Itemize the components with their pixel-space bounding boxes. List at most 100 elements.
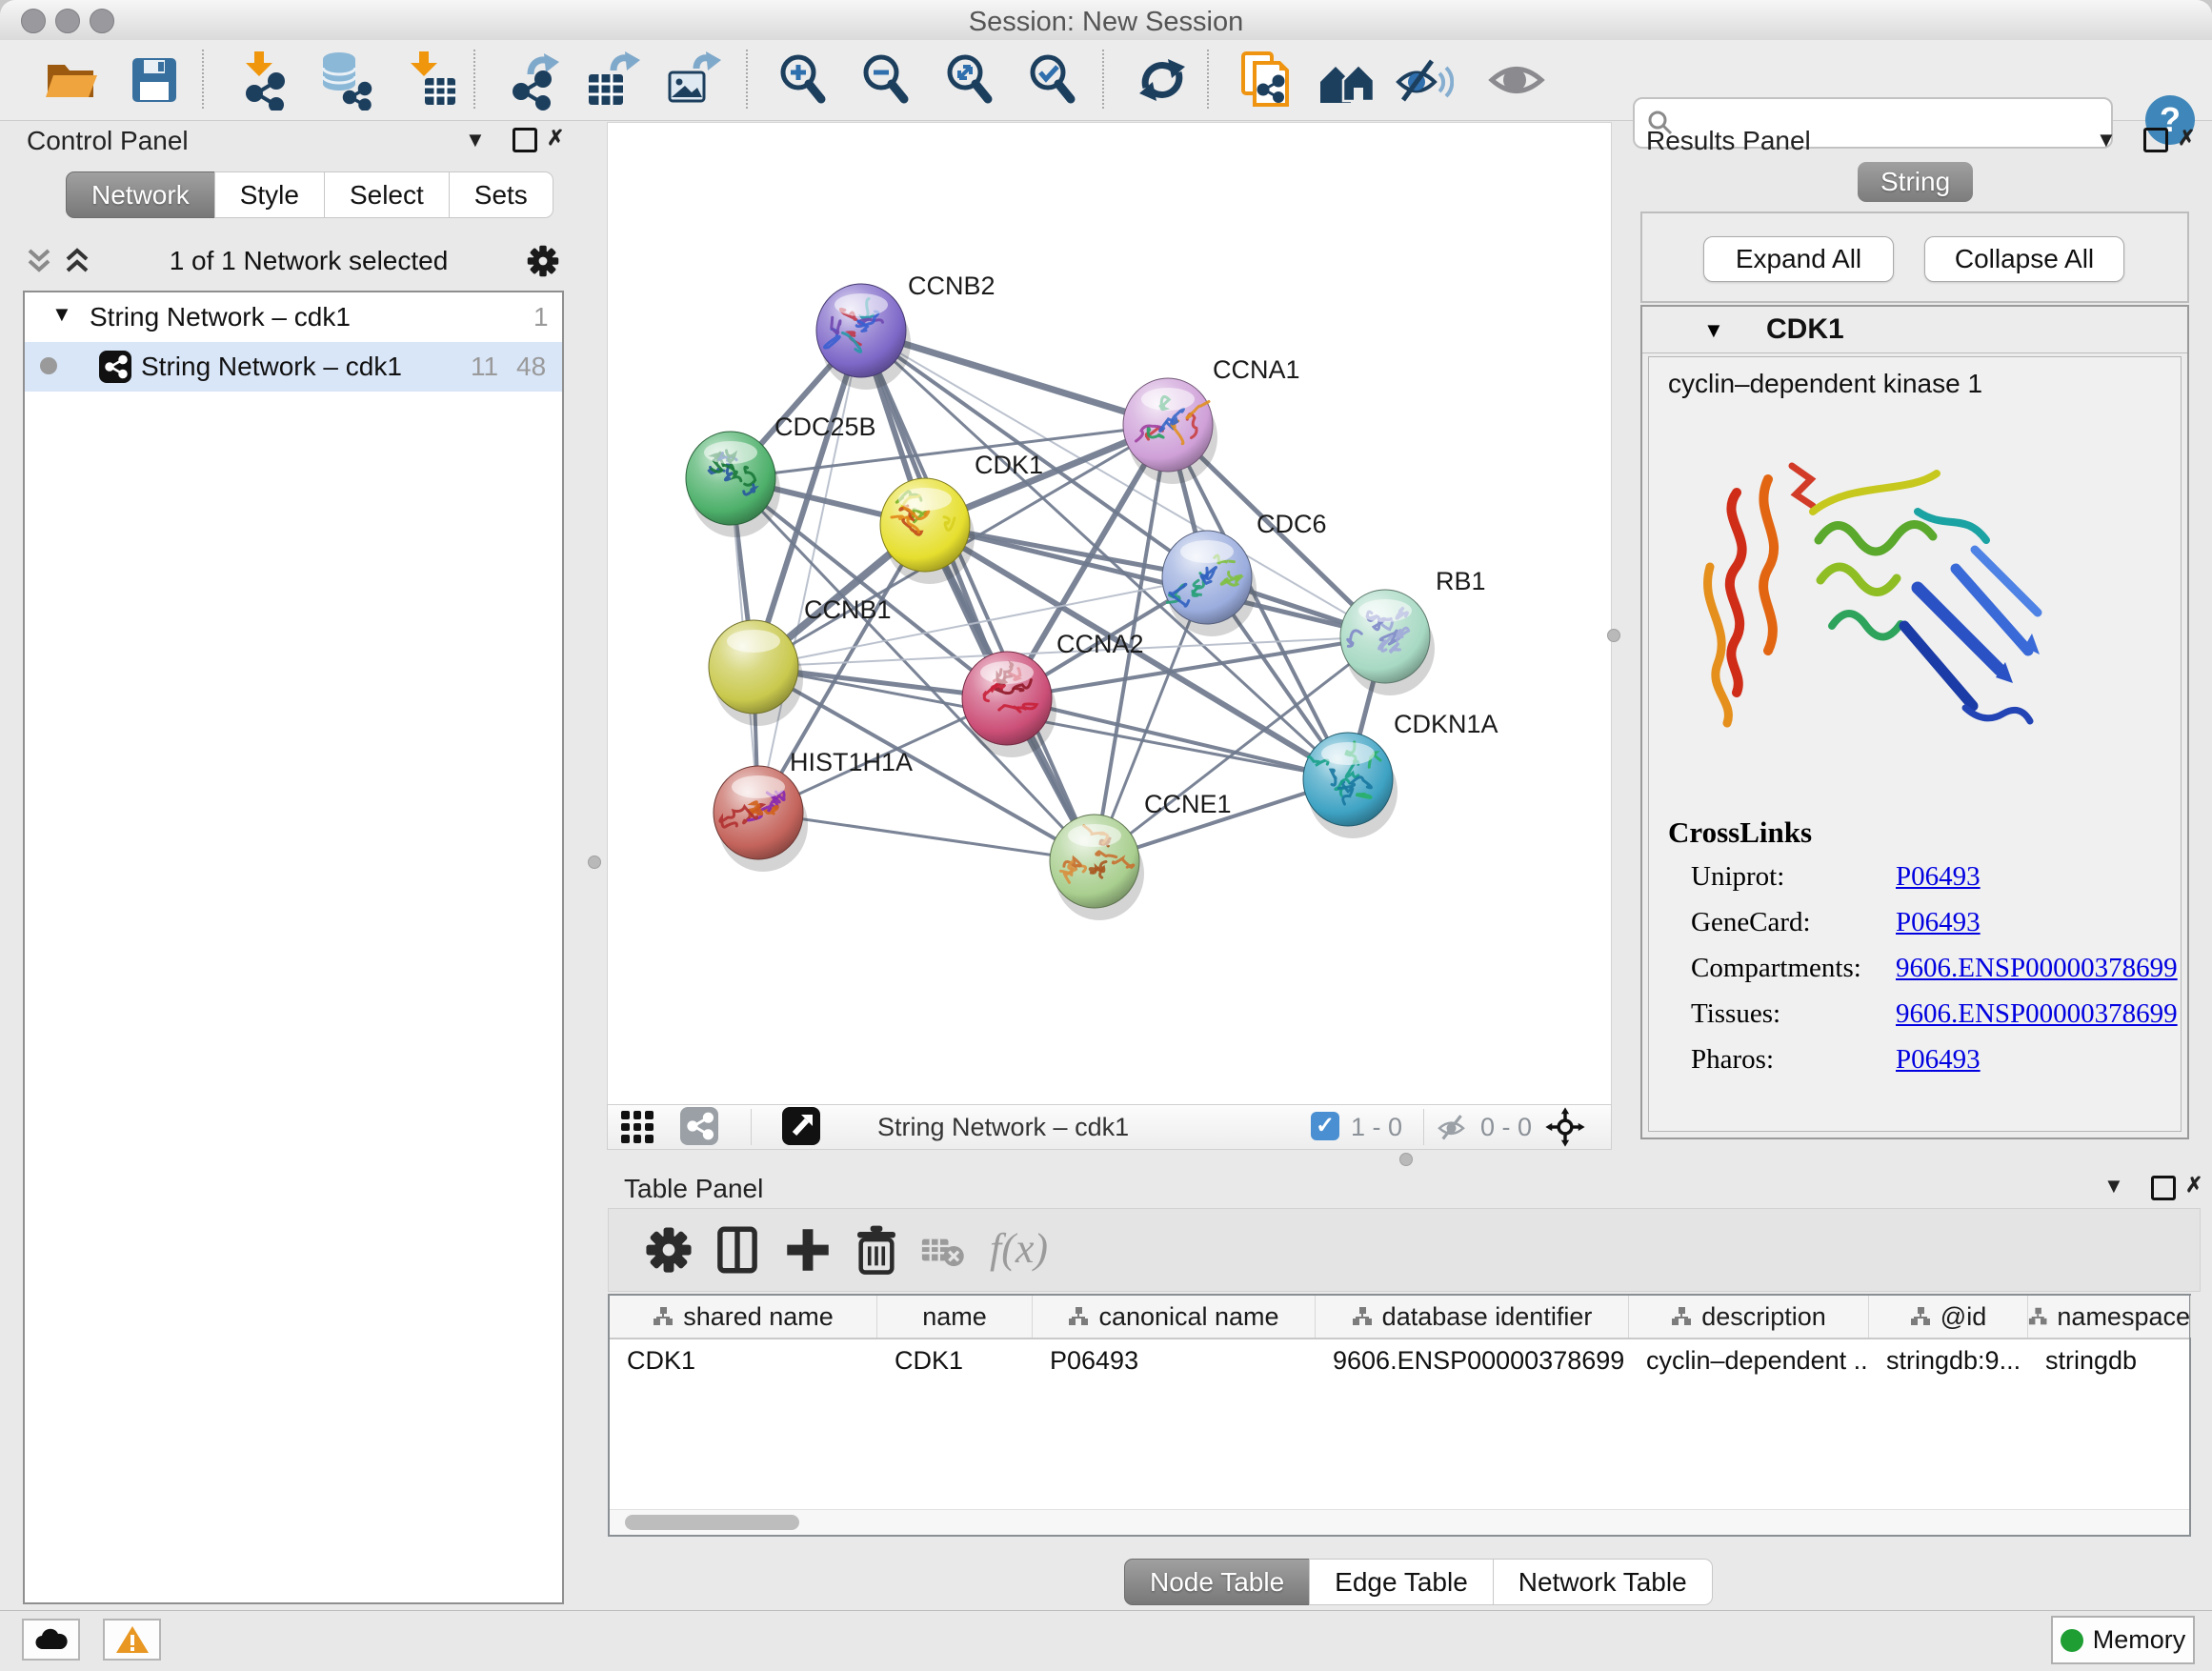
panel-menu-icon[interactable]: ▼	[2103, 1174, 2124, 1198]
show-all-button[interactable]	[1486, 50, 1547, 111]
collapse-all-icon[interactable]	[23, 245, 55, 277]
table-row[interactable]: CDK1CDK1P064939606.ENSP00000378699cyclin…	[610, 1339, 2189, 1381]
delete-table-icon[interactable]	[917, 1222, 967, 1278]
fit-selected-crosshair-icon[interactable]	[1544, 1106, 1586, 1148]
network-edge-hist1h1a-ccne1[interactable]	[758, 813, 1095, 861]
table-cell[interactable]: 9606.ENSP00000378699	[1316, 1339, 1629, 1381]
network-edge-ccnb2-ccne1[interactable]	[861, 331, 1095, 861]
crosslink-pharos-link[interactable]: P06493	[1896, 1044, 2178, 1076]
memory-button[interactable]: Memory	[2051, 1616, 2195, 1664]
float-panel-icon[interactable]	[2143, 128, 2168, 152]
first-neighbors-button[interactable]	[1317, 50, 1377, 111]
column-header-name[interactable]: name	[877, 1296, 1033, 1338]
network-node-cdk1[interactable]	[880, 478, 975, 584]
column-header-namespace[interactable]: namespace	[2028, 1296, 2191, 1338]
crosslink-tissues-link[interactable]: 9606.ENSP00000378699	[1896, 998, 2178, 1030]
zoom-in-button[interactable]	[774, 50, 835, 111]
network-node-ccna1[interactable]	[1123, 378, 1217, 484]
hide-selected-button[interactable]	[1393, 50, 1454, 111]
entry-header[interactable]: ▼ CDK1	[1642, 307, 2187, 353]
close-panel-icon[interactable]: ✗	[2178, 126, 2195, 151]
results-tab-string[interactable]: String	[1858, 162, 1973, 202]
node-label-ccne1: CCNE1	[1144, 790, 1232, 818]
crosslink-uniprot-link[interactable]: P06493	[1896, 861, 2178, 893]
float-panel-icon[interactable]	[2151, 1176, 2176, 1200]
network-node-ccna2[interactable]	[962, 652, 1056, 757]
network-node-cdc25b[interactable]	[686, 432, 780, 537]
network-node-rb1[interactable]	[1340, 590, 1435, 695]
scrollbar-thumb[interactable]	[625, 1515, 799, 1530]
table-gear-icon[interactable]	[641, 1222, 696, 1278]
table-cell[interactable]: CDK1	[610, 1339, 877, 1381]
hidden-counts: 0 - 0	[1480, 1113, 1532, 1142]
column-header-canonical-name[interactable]: canonical name	[1033, 1296, 1316, 1338]
tab-node-table[interactable]: Node Table	[1124, 1559, 1310, 1605]
close-panel-icon[interactable]: ✗	[547, 126, 564, 151]
collection-expander-icon[interactable]: ▼	[51, 302, 72, 327]
show-columns-icon[interactable]	[710, 1222, 765, 1278]
column-header-shared-name[interactable]: shared name	[610, 1296, 877, 1338]
zoom-selected-button[interactable]	[1023, 50, 1084, 111]
table-cell[interactable]: cyclin–dependent ...	[1629, 1339, 1869, 1381]
tab-edge-table[interactable]: Edge Table	[1309, 1559, 1494, 1605]
function-builder-icon[interactable]: f(x)	[990, 1224, 1048, 1273]
zoom-out-button[interactable]	[856, 50, 917, 111]
close-panel-icon[interactable]: ✗	[2185, 1173, 2202, 1198]
export-table-button[interactable]	[581, 50, 642, 111]
import-network-file-button[interactable]	[231, 50, 292, 111]
crosslink-compartments-link[interactable]: 9606.ENSP00000378699	[1896, 953, 2178, 984]
import-table-file-button[interactable]	[400, 50, 461, 111]
tab-style[interactable]: Style	[214, 171, 325, 218]
panel-menu-icon[interactable]: ▼	[465, 128, 486, 152]
collapse-all-button[interactable]: Collapse All	[1924, 236, 2124, 282]
tab-network-table[interactable]: Network Table	[1493, 1559, 1713, 1605]
network-row-selected[interactable]: String Network – cdk1 11 48	[25, 342, 562, 392]
network-node-ccnb2[interactable]	[816, 284, 911, 390]
column-header-database-identifier[interactable]: database identifier	[1316, 1296, 1629, 1338]
left-splitter-handle[interactable]	[588, 856, 601, 869]
apply-layout-button[interactable]	[1132, 50, 1193, 111]
table-cell[interactable]: stringdb	[2028, 1339, 2191, 1381]
network-edge-ccna2-cdkn1a[interactable]	[1007, 698, 1348, 779]
crosslink-genecard-link[interactable]: P06493	[1896, 907, 2178, 938]
selected-checkbox-icon[interactable]: ✓	[1311, 1112, 1339, 1140]
table-cell[interactable]: CDK1	[877, 1339, 1033, 1381]
table-cell[interactable]: P06493	[1033, 1339, 1316, 1381]
entry-expander-icon[interactable]: ▼	[1703, 318, 1724, 343]
network-node-ccne1[interactable]	[1050, 815, 1144, 920]
warnings-button[interactable]	[103, 1619, 161, 1661]
network-node-cdkn1a[interactable]	[1303, 733, 1398, 838]
column-header--id[interactable]: @id	[1869, 1296, 2028, 1338]
tab-select[interactable]: Select	[324, 171, 450, 218]
tab-network[interactable]: Network	[66, 171, 215, 218]
table-cell[interactable]: stringdb:9...	[1869, 1339, 2028, 1381]
network-share-icon[interactable]	[680, 1107, 718, 1145]
save-session-button[interactable]	[124, 50, 185, 111]
export-image-button[interactable]	[662, 50, 723, 111]
zoom-fit-button[interactable]	[940, 50, 1001, 111]
network-node-hist1h1a[interactable]	[714, 766, 808, 872]
right-splitter-handle[interactable]	[1607, 629, 1620, 642]
birdseye-view-icon[interactable]	[782, 1107, 820, 1145]
add-column-icon[interactable]	[780, 1222, 835, 1278]
network-canvas[interactable]: CCNB2CCNA1CDC25BCDK1CDC6RB1CCNB1CCNA2CDK…	[607, 122, 1612, 1105]
float-panel-icon[interactable]	[513, 128, 537, 152]
horizontal-splitter-handle[interactable]	[1399, 1153, 1413, 1166]
cloud-status-button[interactable]	[22, 1619, 80, 1661]
network-column-icon	[1671, 1306, 1692, 1327]
import-network-database-button[interactable]	[314, 50, 375, 111]
grid-view-icon[interactable]	[621, 1111, 654, 1143]
table-hscrollbar[interactable]	[610, 1509, 2189, 1535]
expand-all-button[interactable]: Expand All	[1703, 236, 1894, 282]
export-network-button[interactable]	[502, 50, 563, 111]
delete-column-icon[interactable]	[849, 1222, 904, 1278]
expand-all-icon[interactable]	[61, 245, 93, 277]
open-session-button[interactable]	[40, 50, 101, 111]
tab-sets[interactable]: Sets	[449, 171, 553, 218]
hidden-eye-icon[interactable]	[1435, 1108, 1473, 1146]
duplicate-network-button[interactable]	[1236, 50, 1297, 111]
network-collection-row[interactable]: ▼ String Network – cdk1 1	[25, 292, 562, 342]
panel-menu-icon[interactable]: ▼	[2096, 128, 2117, 152]
gear-icon[interactable]	[524, 242, 562, 280]
column-header-description[interactable]: description	[1629, 1296, 1869, 1338]
